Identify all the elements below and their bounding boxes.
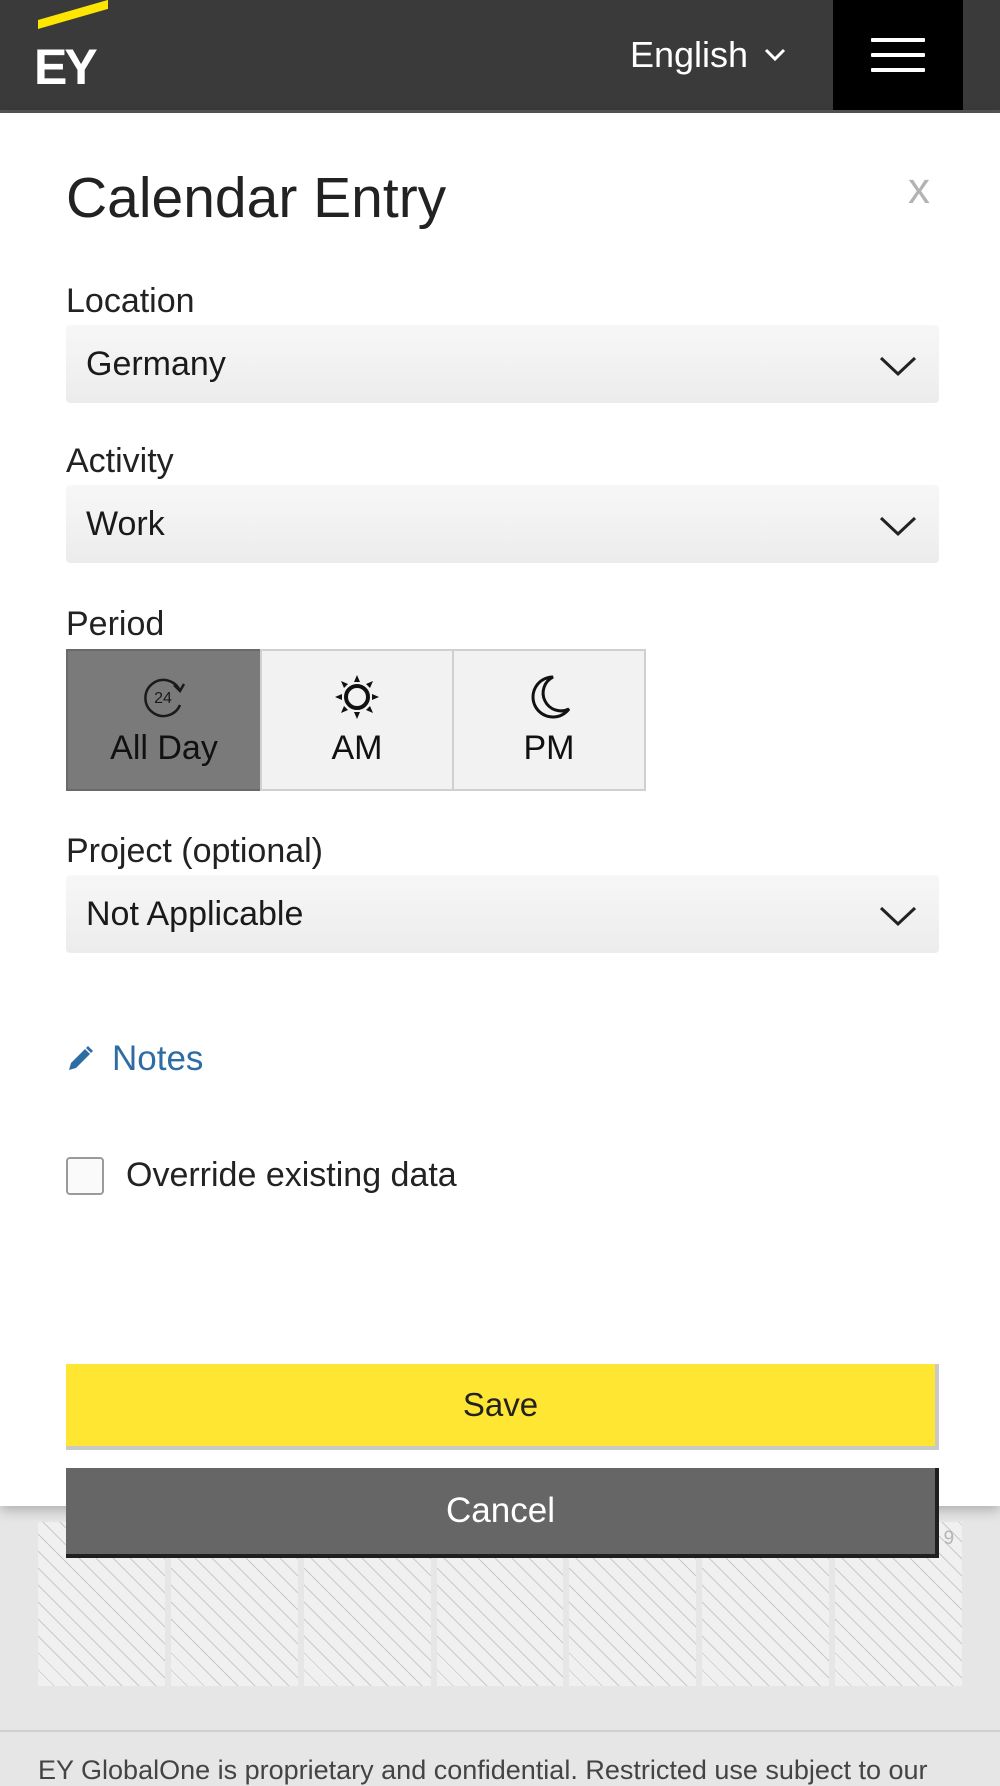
notes-link[interactable]: Notes bbox=[66, 1039, 203, 1079]
save-button[interactable]: Save bbox=[66, 1364, 939, 1450]
hamburger-icon bbox=[871, 38, 925, 72]
chevron-down-icon bbox=[879, 906, 917, 927]
logo-text: EY bbox=[34, 39, 98, 95]
language-selector[interactable]: English bbox=[630, 30, 786, 80]
ey-logo[interactable]: EY bbox=[34, 0, 114, 95]
activity-label: Activity bbox=[66, 442, 174, 480]
period-option-label: AM bbox=[331, 728, 383, 767]
location-label: Location bbox=[66, 282, 195, 320]
activity-value: Work bbox=[86, 505, 165, 543]
project-select[interactable]: Not Applicable bbox=[66, 875, 939, 953]
location-value: Germany bbox=[86, 345, 226, 383]
period-pm-button[interactable]: PM bbox=[452, 649, 646, 791]
calendar-day-number: 9 bbox=[943, 1528, 955, 1549]
top-header: EY English bbox=[0, 0, 1000, 113]
24-hour-icon: 24 bbox=[144, 678, 186, 717]
override-row: Override existing data bbox=[66, 1156, 457, 1195]
moon-icon bbox=[531, 675, 571, 718]
footer-divider bbox=[0, 1730, 1000, 1732]
sun-icon bbox=[335, 674, 379, 719]
close-icon[interactable]: x bbox=[908, 167, 930, 211]
footer-disclaimer: EY GlobalOne is proprietary and confiden… bbox=[38, 1755, 928, 1785]
activity-select[interactable]: Work bbox=[66, 485, 939, 563]
language-label: English bbox=[630, 34, 749, 75]
svg-text:24: 24 bbox=[154, 690, 172, 707]
logo-beam bbox=[38, 0, 108, 30]
pencil-icon bbox=[69, 1046, 93, 1070]
cancel-button[interactable]: Cancel bbox=[66, 1468, 939, 1558]
period-label: Period bbox=[66, 605, 165, 643]
notes-label: Notes bbox=[112, 1039, 204, 1078]
project-value: Not Applicable bbox=[86, 895, 304, 933]
period-option-label: All Day bbox=[110, 728, 218, 767]
project-label: Project (optional) bbox=[66, 832, 324, 870]
modal-title: Calendar Entry bbox=[66, 166, 447, 230]
hamburger-menu-button[interactable] bbox=[833, 0, 963, 110]
period-toggle-group: 24 All Day AM PM bbox=[66, 649, 646, 791]
location-select[interactable]: Germany bbox=[66, 325, 939, 403]
chevron-down-icon bbox=[879, 356, 917, 377]
period-all-day-button[interactable]: 24 All Day bbox=[66, 649, 262, 791]
chevron-down-icon bbox=[879, 516, 917, 537]
override-checkbox[interactable] bbox=[66, 1156, 104, 1195]
period-option-label: PM bbox=[523, 728, 575, 767]
period-am-button[interactable]: AM bbox=[260, 649, 454, 791]
override-label: Override existing data bbox=[126, 1156, 457, 1194]
chevron-down-icon bbox=[765, 48, 786, 62]
calendar-entry-modal: Calendar Entry x Location Germany Activi… bbox=[0, 113, 1000, 1558]
